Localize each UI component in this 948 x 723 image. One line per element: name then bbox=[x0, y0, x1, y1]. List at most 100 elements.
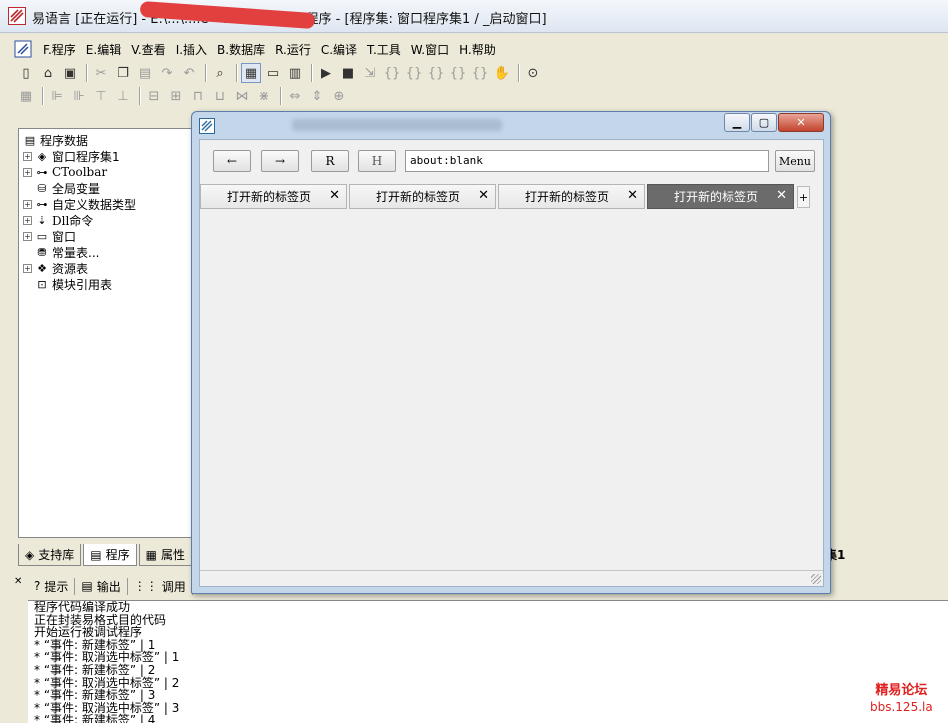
browser-window-titlebar[interactable]: ▁ ▢ ✕ bbox=[192, 112, 830, 138]
stop-icon[interactable]: ■ bbox=[338, 63, 358, 83]
step-into-icon[interactable]: {} bbox=[382, 63, 402, 83]
menu-edit[interactable]: E.编辑 bbox=[81, 41, 126, 58]
center-horizontal-icon[interactable]: ⊟ bbox=[144, 86, 164, 106]
size-width-icon[interactable]: ⇔ bbox=[285, 86, 305, 106]
expand-icon[interactable]: + bbox=[23, 231, 32, 241]
center-vertical-icon[interactable]: ⊞ bbox=[166, 86, 186, 106]
log-line: 正在封装易格式目的代码 bbox=[34, 612, 167, 627]
menu-database[interactable]: B.数据库 bbox=[212, 41, 270, 58]
minimize-button[interactable]: ▁ bbox=[724, 113, 750, 132]
menu-window[interactable]: W.窗口 bbox=[406, 41, 454, 58]
log-line: * “事件: 新建标签” | 3 bbox=[34, 688, 156, 703]
tab-output[interactable]: ▤ 输出 bbox=[75, 577, 128, 595]
tab-close-icon[interactable]: ✕ bbox=[478, 188, 489, 203]
menu-run[interactable]: R.运行 bbox=[270, 41, 316, 58]
tab-close-icon[interactable]: ✕ bbox=[329, 188, 340, 203]
expand-icon[interactable]: + bbox=[23, 263, 32, 273]
tree-item-dll-commands[interactable]: + ⇣ Dll命令 bbox=[23, 212, 93, 228]
back-button[interactable]: ← bbox=[213, 150, 251, 172]
menu-insert[interactable]: I.插入 bbox=[171, 41, 212, 58]
tree-root[interactable]: ▤ 程序数据 bbox=[23, 132, 88, 148]
save-icon[interactable]: ▣ bbox=[60, 63, 80, 83]
same-height-icon[interactable]: ⊓ bbox=[188, 86, 208, 106]
standard-toolbar: ▯ ⌂ ▣ ✂ ❐ ▤ ↷ ↶ ⌕ ▦ ▭ ▥ ▶ ■ ⇲ {} {} {} {… bbox=[16, 62, 545, 84]
step-over-icon[interactable]: {} bbox=[404, 63, 424, 83]
tree-item-module-refs[interactable]: ⊡ 模块引用表 bbox=[23, 276, 112, 292]
log-line: * “事件: 新建标签” | 2 bbox=[34, 662, 156, 677]
layout-window-icon[interactable]: ▦ bbox=[241, 63, 261, 83]
align-left-icon[interactable]: ⊫ bbox=[47, 86, 67, 106]
tree-item-constants[interactable]: ⛃ 常量表... bbox=[23, 244, 99, 260]
expand-icon[interactable]: + bbox=[23, 167, 32, 177]
expand-icon[interactable]: + bbox=[23, 199, 32, 209]
space-vertical-icon[interactable]: ⋇ bbox=[254, 86, 274, 106]
align-top-icon[interactable]: ⊤ bbox=[91, 86, 111, 106]
layout-output-icon[interactable]: ▭ bbox=[263, 63, 283, 83]
cut-icon[interactable]: ✂ bbox=[91, 63, 111, 83]
binoculars-icon[interactable]: ⊙ bbox=[523, 63, 543, 83]
step-out-icon[interactable]: {} bbox=[426, 63, 446, 83]
browser-client-area: ← → R H about:blank Menu 打开新的标签页 ✕ 打开新的标… bbox=[199, 139, 824, 587]
tab-support-library[interactable]: ◈ 支持库 bbox=[18, 544, 82, 566]
browser-tab[interactable]: 打开新的标签页 ✕ bbox=[349, 184, 496, 209]
size-height-icon[interactable]: ⇕ bbox=[307, 86, 327, 106]
run-to-cursor-icon[interactable]: {} bbox=[448, 63, 468, 83]
browser-tab[interactable]: 打开新的标签页 ✕ bbox=[200, 184, 347, 209]
browser-tab-active[interactable]: 打开新的标签页 ✕ bbox=[647, 184, 794, 209]
tab-properties[interactable]: ▦ 属性 bbox=[138, 544, 192, 566]
expand-icon[interactable]: + bbox=[23, 151, 32, 161]
toolbar-separator bbox=[42, 87, 43, 105]
tab-close-icon[interactable]: ✕ bbox=[627, 188, 638, 203]
hand-icon[interactable]: ✋ bbox=[492, 63, 512, 83]
new-tab-button[interactable]: + bbox=[797, 186, 810, 208]
paste-icon[interactable]: ▤ bbox=[135, 63, 155, 83]
tab-program[interactable]: ▤ 程序 bbox=[83, 544, 137, 566]
new-file-icon[interactable]: ▯ bbox=[16, 63, 36, 83]
address-input[interactable]: about:blank bbox=[405, 150, 769, 172]
layout-panel-icon[interactable]: ▥ bbox=[285, 63, 305, 83]
tree-item-global-vars[interactable]: ⛁ 全局变量 bbox=[23, 180, 100, 196]
tree-item-window-assembly[interactable]: + ◈ 窗口程序集1 bbox=[23, 148, 120, 164]
home-button[interactable]: H bbox=[358, 150, 396, 172]
find-icon[interactable]: ⌕ bbox=[210, 63, 230, 83]
tab-close-icon[interactable]: ✕ bbox=[776, 188, 787, 203]
tree-item-custom-types[interactable]: + ⊶ 自定义数据类型 bbox=[23, 196, 136, 212]
tab-hints[interactable]: ? 提示 bbox=[28, 577, 76, 595]
align-grid-icon[interactable]: ▦ bbox=[16, 86, 36, 106]
close-output-icon[interactable]: ✕ bbox=[14, 576, 22, 587]
tab-call-stack[interactable]: ⋮⋮ 调用 bbox=[128, 577, 193, 595]
close-button[interactable]: ✕ bbox=[778, 113, 824, 132]
menu-program[interactable]: F.程序 bbox=[38, 41, 81, 58]
maximize-button[interactable]: ▢ bbox=[751, 113, 777, 132]
breakpoint-icon[interactable]: {} bbox=[470, 63, 490, 83]
align-right-icon[interactable]: ⊪ bbox=[69, 86, 89, 106]
same-width-icon[interactable]: ⊔ bbox=[210, 86, 230, 106]
step-icon[interactable]: ⇲ bbox=[360, 63, 380, 83]
menu-button[interactable]: Menu bbox=[775, 150, 815, 172]
menu-tools[interactable]: T.工具 bbox=[362, 41, 406, 58]
tree-item-ctoolbar[interactable]: + ⊶ CToolbar bbox=[23, 164, 107, 180]
call-stack-icon: ⋮⋮ bbox=[133, 579, 158, 593]
redo-icon[interactable]: ↷ bbox=[157, 63, 177, 83]
run-icon[interactable]: ▶ bbox=[316, 63, 336, 83]
size-both-icon[interactable]: ⊕ bbox=[329, 86, 349, 106]
tree-item-resources[interactable]: + ❖ 资源表 bbox=[23, 260, 88, 276]
menu-help[interactable]: H.帮助 bbox=[454, 41, 501, 58]
reload-button[interactable]: R bbox=[311, 150, 349, 172]
space-horizontal-icon[interactable]: ⋈ bbox=[232, 86, 252, 106]
browser-tab[interactable]: 打开新的标签页 ✕ bbox=[498, 184, 645, 209]
copy-icon[interactable]: ❐ bbox=[113, 63, 133, 83]
open-folder-icon[interactable]: ⌂ bbox=[38, 63, 58, 83]
forward-button[interactable]: → bbox=[261, 150, 299, 172]
undo-icon[interactable]: ↶ bbox=[179, 63, 199, 83]
menu-view[interactable]: V.查看 bbox=[126, 41, 170, 58]
align-bottom-icon[interactable]: ⊥ bbox=[113, 86, 133, 106]
output-log[interactable]: 程序代码编译成功 正在封装易格式目的代码 开始运行被调试程序 * “事件: 新建… bbox=[28, 600, 948, 723]
expand-icon[interactable]: + bbox=[23, 215, 32, 225]
document-menu-icon[interactable] bbox=[14, 40, 32, 58]
resize-grip-icon[interactable] bbox=[811, 574, 821, 584]
log-line: 程序代码编译成功 bbox=[34, 600, 131, 614]
menu-compile[interactable]: C.编译 bbox=[316, 41, 362, 58]
tree-item-windows[interactable]: + ▭ 窗口 bbox=[23, 228, 76, 244]
page-content-area[interactable] bbox=[200, 210, 823, 570]
